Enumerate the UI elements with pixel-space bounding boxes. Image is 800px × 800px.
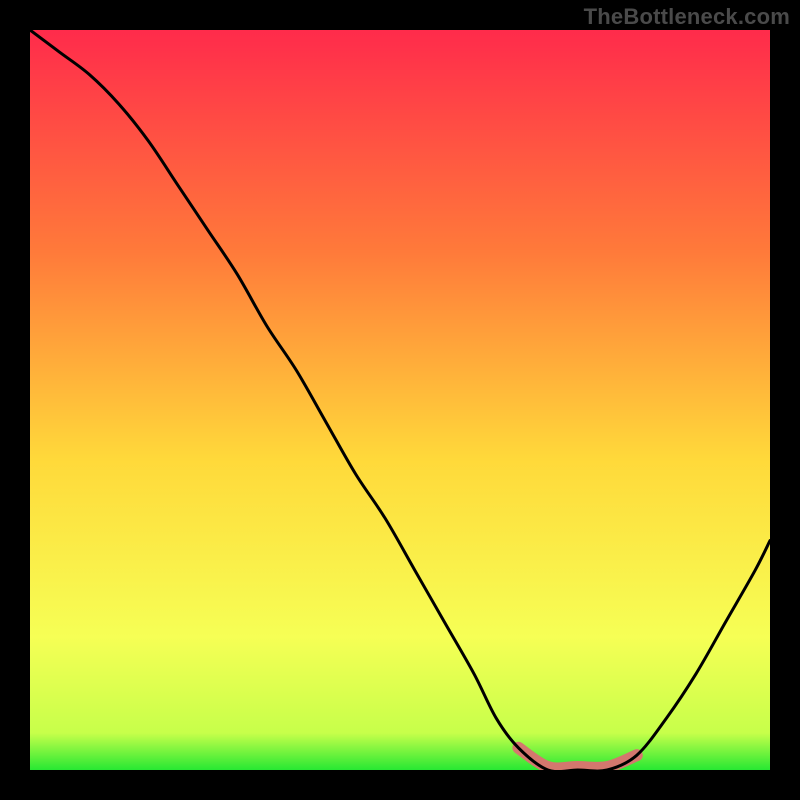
- gradient-background: [30, 30, 770, 770]
- chart-container: TheBottleneck.com: [0, 0, 800, 800]
- watermark-text: TheBottleneck.com: [584, 4, 790, 30]
- chart-plot-area: [30, 30, 770, 770]
- chart-svg: [30, 30, 770, 770]
